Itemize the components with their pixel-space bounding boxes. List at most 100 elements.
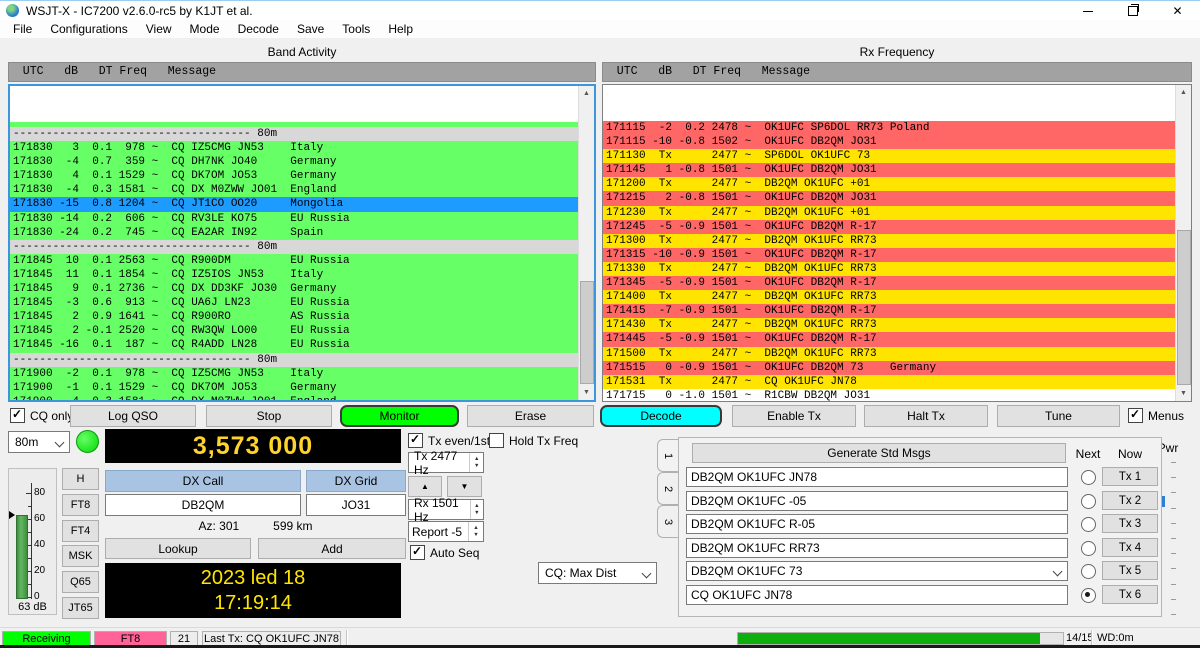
decode-row[interactable]: 171345 -5 -0.9 1501 ~ OK1UFC DB2QM R-17 [603,276,1176,290]
decode-row[interactable]: 171115 -2 0.2 2478 ~ OK1UFC SP6DOL RR73 … [603,121,1176,135]
tx-freq-spinner[interactable]: Tx 2477 Hz ▲▼ [408,452,484,473]
scrollbar-thumb[interactable] [580,281,594,384]
decode-row[interactable]: 171531 Tx 2477 ~ CQ OK1UFC JN78 [603,375,1176,389]
decode-row[interactable]: 171830 -4 0.7 359 ~ CQ DH7NK JO40 German… [10,155,579,169]
decode-row[interactable]: 171845 -3 0.6 913 ~ CQ UA6J LN23 EU Russ… [10,296,579,310]
rx-freq-spinner[interactable]: Rx 1501 Hz ▲▼ [408,499,484,520]
tx-5-button[interactable]: Tx 5 [1102,561,1158,580]
menu-item[interactable]: Decode [229,20,288,38]
decode-row[interactable]: 171830 -4 0.3 1581 ~ CQ DX M0ZWW JO01 En… [10,183,579,197]
decode-row[interactable]: 171445 -5 -0.9 1501 ~ OK1UFC DB2QM R-17 [603,332,1176,346]
dx-call-input[interactable]: DB2QM [105,494,301,516]
tx-message-field-5[interactable]: DB2QM OK1UFC 73 [686,561,1068,581]
tx-message-field-6[interactable]: CQ OK1UFC JN78 [686,585,1068,605]
rx-frequency-scrollbar[interactable]: ▲ ▼ [1175,85,1191,401]
decode-row[interactable]: 171200 Tx 2477 ~ DB2QM OK1UFC +01 [603,177,1176,191]
decode-row[interactable]: 171315 -10 -0.9 1501 ~ OK1UFC DB2QM R-17 [603,248,1176,262]
decode-row[interactable]: 171845 2 0.9 1641 ~ CQ R900RO AS Russia [10,310,579,324]
add-button[interactable]: Add [258,538,406,559]
decode-row[interactable]: 171900 -1 0.1 1529 ~ CQ DK7OM JO53 Germa… [10,381,579,395]
tune-button[interactable]: Tune [997,405,1120,427]
decode-row[interactable]: 171500 Tx 2477 ~ DB2QM OK1UFC RR73 [603,347,1176,361]
decode-row[interactable]: ------------------------------------ 80m [10,353,579,367]
decode-row[interactable]: 171130 Tx 2477 ~ SP6DOL OK1UFC 73 [603,149,1176,163]
menu-item[interactable]: Help [379,20,422,38]
tx-message-field-3[interactable]: DB2QM OK1UFC R-05 [686,514,1068,534]
next-radio-6[interactable] [1081,588,1096,603]
report-spinner[interactable]: Report -5 ▲▼ [408,521,484,542]
next-radio-4[interactable] [1081,541,1096,556]
auto-seq-checkbox[interactable]: Auto Seq [410,545,479,560]
mode-button-msk[interactable]: MSK [62,545,99,567]
decode-row[interactable]: 171900 -4 0.3 1581 ~ CQ DX M0ZWW JO01 En… [10,395,579,402]
restore-button[interactable] [1110,1,1155,21]
decode-row[interactable]: 171115 -10 -0.8 1502 ~ OK1UFC DB2QM JO31 [603,135,1176,149]
decode-row[interactable]: 171830 -15 0.8 1204 ~ CQ JT1CO OO20 Mong… [10,197,579,211]
enable-tx-button[interactable]: Enable Tx [732,405,856,427]
next-radio-5[interactable] [1081,564,1096,579]
mode-button-jt65[interactable]: JT65 [62,597,99,619]
decode-row[interactable]: 171230 Tx 2477 ~ DB2QM OK1UFC +01 [603,206,1176,220]
scroll-down-icon[interactable]: ▼ [1176,386,1191,401]
decode-row[interactable]: 171300 Tx 2477 ~ DB2QM OK1UFC RR73 [603,234,1176,248]
halt-tx-button[interactable]: Halt Tx [864,405,988,427]
tx-message-field-4[interactable]: DB2QM OK1UFC RR73 [686,538,1068,558]
scroll-up-icon[interactable]: ▲ [579,86,594,101]
decode-row[interactable]: 171430 Tx 2477 ~ DB2QM OK1UFC RR73 [603,318,1176,332]
decode-row[interactable]: 171145 1 -0.8 1501 ~ OK1UFC DB2QM JO31 [603,163,1176,177]
scroll-up-icon[interactable]: ▲ [1176,85,1191,100]
freq-up-button[interactable]: ▲ [408,476,442,497]
scroll-down-icon[interactable]: ▼ [579,385,594,400]
cq-only-checkbox[interactable]: CQ only [10,408,73,423]
menu-item[interactable]: Configurations [41,20,136,38]
decode-row[interactable]: 171900 -2 0.1 978 ~ CQ IZ5CMG JN53 Italy [10,367,579,381]
decode-row[interactable]: 171845 2 -0.1 2520 ~ CQ RW3QW LO00 EU Ru… [10,324,579,338]
tx-6-button[interactable]: Tx 6 [1102,585,1158,604]
menu-item[interactable]: File [4,20,41,38]
menus-checkbox[interactable]: Menus [1128,408,1184,423]
tx-3-button[interactable]: Tx 3 [1102,514,1158,533]
decode-row[interactable]: 171845 9 0.1 2736 ~ CQ DX DD3KF JO30 Ger… [10,282,579,296]
tx-tab-1[interactable]: 1 [657,439,678,472]
tx-tab-3[interactable]: 3 [657,505,678,538]
tx-tab-2[interactable]: 2 [657,472,678,505]
mode-button-h[interactable]: H [62,468,99,490]
tx-2-button[interactable]: Tx 2 [1102,491,1158,510]
decode-row[interactable]: 171515 0 -0.9 1501 ~ OK1UFC DB2QM 73 Ger… [603,361,1176,375]
freq-down-button[interactable]: ▼ [447,476,482,497]
generate-std-msgs-button[interactable]: Generate Std Msgs [692,443,1066,463]
decode-row[interactable]: 171715 0 -1.0 1501 ~ R1CBW DB2QM JO31 [603,389,1176,402]
menu-item[interactable]: View [137,20,181,38]
decode-row[interactable]: ------------------------------------ 80m [10,127,579,141]
tx-message-field-1[interactable]: DB2QM OK1UFC JN78 [686,467,1068,487]
decode-row[interactable]: 171830 -24 0.2 745 ~ CQ EA2AR IN92 Spain [10,226,579,240]
menu-item[interactable]: Save [288,20,333,38]
tx-message-field-2[interactable]: DB2QM OK1UFC -05 [686,491,1068,511]
lookup-button[interactable]: Lookup [105,538,251,559]
spinner-arrows-icon[interactable]: ▲▼ [470,500,483,519]
stop-button[interactable]: Stop [206,405,332,427]
cq-mode-select[interactable]: CQ: Max Dist [538,562,657,584]
decode-row[interactable]: 171830 3 0.1 978 ~ CQ IZ5CMG JN53 Italy [10,141,579,155]
decode-row[interactable]: 171245 -5 -0.9 1501 ~ OK1UFC DB2QM R-17 [603,220,1176,234]
tx-1-button[interactable]: Tx 1 [1102,467,1158,486]
decode-row[interactable]: 171400 Tx 2477 ~ DB2QM OK1UFC RR73 [603,290,1176,304]
decode-row[interactable]: ------------------------------------ 80m [10,240,579,254]
next-radio-1[interactable] [1081,470,1096,485]
log-qso-button[interactable]: Log QSO [70,405,196,427]
band-activity-scrollbar[interactable]: ▲ ▼ [578,86,594,400]
next-radio-3[interactable] [1081,517,1096,532]
decode-row[interactable]: 171845 10 0.1 2563 ~ CQ R900DM EU Russia [10,254,579,268]
minimize-button[interactable] [1065,1,1110,21]
tx-4-button[interactable]: Tx 4 [1102,538,1158,557]
spinner-arrows-icon[interactable]: ▲▼ [468,522,483,541]
mode-button-q65[interactable]: Q65 [62,571,99,593]
decode-row[interactable]: 171830 -14 0.2 606 ~ CQ RV3LE KO75 EU Ru… [10,212,579,226]
decode-button[interactable]: Decode [600,405,722,427]
decode-row[interactable]: 171215 2 -0.8 1501 ~ OK1UFC DB2QM JO31 [603,191,1176,205]
decode-row[interactable]: 171330 Tx 2477 ~ DB2QM OK1UFC RR73 [603,262,1176,276]
next-radio-2[interactable] [1081,494,1096,509]
menu-item[interactable]: Tools [333,20,379,38]
monitor-button[interactable]: Monitor [340,405,459,427]
dx-grid-input[interactable]: JO31 [306,494,406,516]
